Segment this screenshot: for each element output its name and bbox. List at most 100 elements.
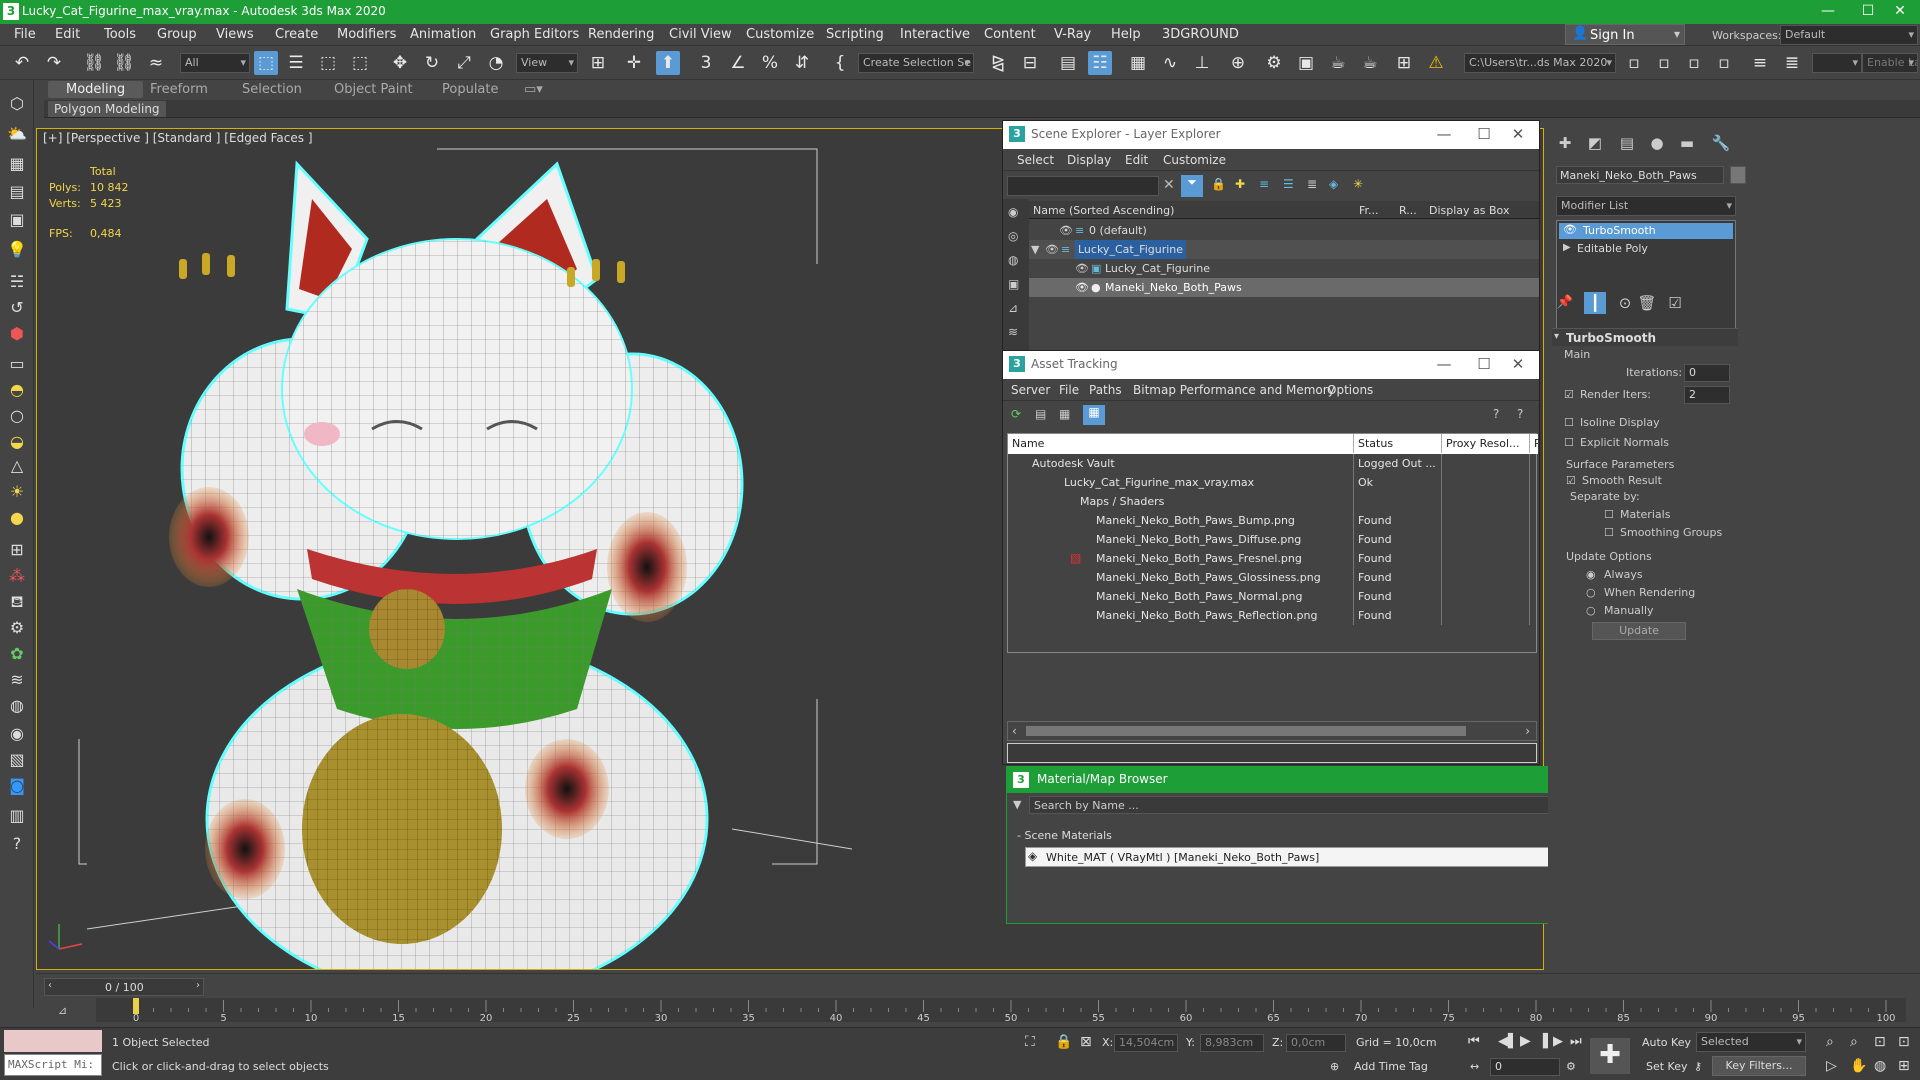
menu-create[interactable]: Create: [275, 27, 318, 42]
polygon-modeling-label[interactable]: Polygon Modeling: [48, 101, 166, 117]
rectangular-selection-icon[interactable]: ⬚: [316, 51, 340, 75]
lock-icon[interactable]: 🔒: [1211, 177, 1226, 191]
scroll-right-icon[interactable]: ›: [1525, 724, 1530, 738]
menu-interactive[interactable]: Interactive: [900, 27, 970, 42]
menu-customize[interactable]: Customize: [746, 27, 814, 42]
filter-icon[interactable]: ⏷: [1181, 175, 1203, 197]
dome-light-icon[interactable]: ◍: [5, 694, 29, 718]
render-iters-spinner[interactable]: 2: [1684, 386, 1730, 404]
keyboard-shortcut-override-icon[interactable]: ⬆: [656, 51, 680, 75]
menu-rendering[interactable]: Rendering: [588, 27, 654, 42]
visibility-icon[interactable]: 👁: [1075, 278, 1089, 297]
zoom-extents-all-icon[interactable]: ⊡: [1898, 1034, 1910, 1050]
clear-search-icon[interactable]: ✕: [1163, 177, 1175, 193]
scene-materials-section[interactable]: - Scene Materials: [1017, 829, 1112, 842]
stack-item-editable-poly[interactable]: ▶ Editable Poly: [1559, 241, 1733, 257]
grid-icon[interactable]: ⊞: [5, 538, 29, 562]
sign-in-button[interactable]: 👤 Sign In ▾: [1565, 24, 1685, 45]
col-name[interactable]: Name: [1008, 434, 1354, 453]
configure-modifier-icon[interactable]: ☑: [1664, 292, 1686, 314]
expand-icon[interactable]: ▶: [1563, 242, 1571, 253]
toggle-scene-explorer-icon[interactable]: ▤: [1056, 51, 1080, 75]
table-view-icon[interactable]: ▦: [1083, 405, 1105, 425]
stack-item-turbosmooth[interactable]: 👁 TurboSmooth: [1559, 223, 1733, 239]
hair-icon[interactable]: ≋: [5, 668, 29, 692]
scale-icon[interactable]: ⤢: [452, 51, 476, 75]
table-row[interactable]: Maneki_Neko_Both_Paws_Bump.png Found: [1008, 511, 1538, 530]
time-tag-icon[interactable]: ⊕: [1330, 1060, 1339, 1073]
render-iterative-icon[interactable]: ☕: [1358, 51, 1382, 75]
timeline-track[interactable]: 0 5 10 15 20 25 30 35 40 45 50 55 60 65 70 75 80 85 90 95 10…: [96, 998, 1906, 1024]
render-production-icon[interactable]: ☕: [1326, 51, 1350, 75]
menu-tools[interactable]: Tools: [104, 27, 136, 42]
gear-icon[interactable]: ⚙: [5, 616, 29, 640]
col-name[interactable]: Name (Sorted Ascending): [1033, 201, 1174, 220]
table-row[interactable]: Autodesk Vault Logged Out ...: [1008, 454, 1538, 473]
info-icon[interactable]: ?: [1517, 407, 1523, 421]
modify-tab-icon[interactable]: ◩: [1584, 132, 1606, 154]
menu-customize[interactable]: Customize: [1163, 153, 1226, 167]
rotate-icon[interactable]: ↻: [420, 51, 444, 75]
table-row[interactable]: 👁 ▣ Lucky_Cat_Figurine: [1029, 259, 1539, 278]
play-icon[interactable]: ▶: [1520, 1033, 1531, 1049]
menu-edit[interactable]: Edit: [1125, 153, 1148, 167]
maximize-button[interactable]: ☐: [1469, 354, 1499, 376]
selection-filter-dropdown[interactable]: All: [180, 53, 250, 73]
create-geometry-icon[interactable]: ⛅: [5, 122, 29, 146]
table-row[interactable]: Maneki_Neko_Both_Paws_Normal.png Found: [1008, 587, 1538, 606]
close-button[interactable]: ✕: [1503, 124, 1533, 146]
next-key-icon[interactable]: ▌▶: [1543, 1034, 1563, 1049]
panel-icon-1[interactable]: ▦: [5, 152, 29, 176]
x-coordinate-field[interactable]: 14,504cm: [1114, 1034, 1178, 1052]
menu-select[interactable]: Select: [1017, 153, 1054, 167]
bind-spacewarp-icon[interactable]: ≈: [144, 51, 168, 75]
menu-modifiers[interactable]: Modifiers: [337, 27, 396, 42]
layer-icon-5[interactable]: ✳: [1353, 177, 1363, 191]
menu-3dground[interactable]: 3DGROUND: [1162, 27, 1239, 42]
auto-key-button[interactable]: Auto Key: [1642, 1036, 1691, 1049]
col-display-box[interactable]: Display as Box: [1429, 201, 1509, 220]
next-frame-icon[interactable]: ›: [196, 980, 200, 991]
link-icon[interactable]: ⛓: [82, 51, 106, 75]
time-config-icon[interactable]: ⚙: [1566, 1060, 1576, 1073]
project-open-icon[interactable]: ▫: [1622, 51, 1646, 75]
create-tab-icon[interactable]: ✚: [1554, 132, 1576, 154]
tab-populate[interactable]: Populate: [442, 82, 499, 97]
menu-content[interactable]: Content: [984, 27, 1036, 42]
pan-icon[interactable]: ✋: [1850, 1058, 1867, 1074]
menu-edit[interactable]: Edit: [55, 27, 80, 42]
material-editor-icon[interactable]: ⊕: [1226, 51, 1250, 75]
zoom-extents-icon[interactable]: ⊡: [1874, 1034, 1886, 1050]
goto-start-icon[interactable]: ⏮: [1468, 1034, 1480, 1049]
minimize-button[interactable]: —: [1429, 354, 1459, 376]
tab-freeform[interactable]: Freeform: [150, 82, 208, 97]
panel-icon-5[interactable]: ↺: [5, 296, 29, 320]
help-icon[interactable]: ?: [5, 832, 29, 856]
sphere-light-icon[interactable]: ●: [5, 506, 29, 530]
render-setup-icon[interactable]: ⚙: [1262, 51, 1286, 75]
scroll-left-icon[interactable]: ‹: [1012, 724, 1017, 738]
layer-field[interactable]: [1812, 53, 1862, 73]
make-unique-icon[interactable]: ⊙: [1614, 292, 1636, 314]
list-view-icon[interactable]: ▤: [1035, 407, 1046, 421]
workspaces-dropdown[interactable]: Default: [1780, 25, 1918, 45]
render-grid-icon[interactable]: ⊞: [1392, 51, 1416, 75]
menu-bitmap-performance[interactable]: Bitmap Performance and Memory: [1133, 383, 1335, 397]
current-frame-field[interactable]: 0: [1490, 1058, 1560, 1076]
motion-tab-icon[interactable]: ●: [1646, 132, 1668, 154]
enable-layer-dropdown[interactable]: Enable Lay: [1862, 53, 1918, 73]
hierarchy-tab-icon[interactable]: ▤: [1616, 132, 1638, 154]
menu-animation[interactable]: Animation: [410, 27, 476, 42]
edit-named-selection-icon[interactable]: {: [828, 51, 852, 75]
maximize-button[interactable]: ☐: [1469, 124, 1499, 146]
select-tool-icon[interactable]: ⬡: [5, 92, 29, 116]
zoom-all-icon[interactable]: ⌕: [1850, 1034, 1858, 1050]
layer-stack-icon[interactable]: ≡: [1259, 177, 1269, 191]
col-p[interactable]: P: [1530, 434, 1538, 453]
ribbon-options-icon[interactable]: ▭▾: [524, 82, 543, 97]
cone-icon[interactable]: △: [5, 454, 29, 478]
eye-icon[interactable]: 👁: [1563, 223, 1577, 236]
manually-radio[interactable]: ○: [1586, 604, 1596, 617]
visibility-icon[interactable]: 👁: [1045, 240, 1059, 259]
table-row[interactable]: Maneki_Neko_Both_Paws_Reflection.png Fou…: [1008, 606, 1538, 625]
